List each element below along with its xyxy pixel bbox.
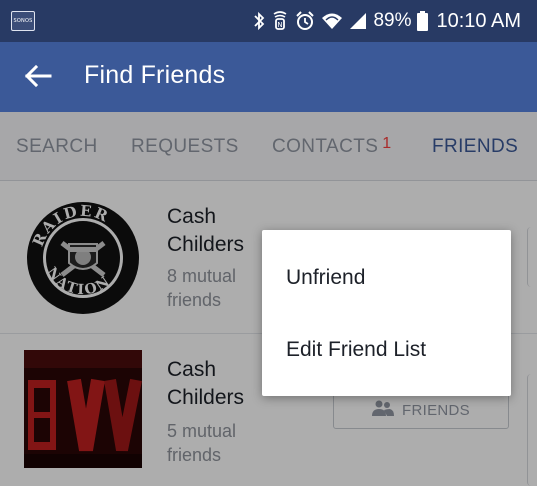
battery-icon [417, 11, 429, 31]
tab-bar: SEARCH REQUESTS CONTACTS 1 FRIENDS [0, 112, 537, 181]
page-title: Find Friends [84, 61, 226, 89]
friend-name[interactable]: Cash Childers [167, 203, 267, 259]
contacts-count-badge: 1 [382, 135, 392, 152]
friends-button-label: FRIENDS [402, 401, 470, 419]
status-bar: SONOS N 89% 10:10 AM [0, 0, 537, 42]
status-icons: N 89% 10:10 AM [253, 7, 521, 35]
signal-icon [349, 12, 367, 30]
sonos-app-icon: SONOS [11, 11, 35, 31]
mutual-friends: 5 mutual friends [167, 421, 237, 465]
friends-icon [372, 400, 395, 420]
alarm-icon [295, 11, 315, 31]
nfc-icon: N [271, 11, 289, 31]
tab-label: SEARCH [16, 136, 98, 157]
edge-card [527, 227, 537, 287]
unfriend-menu-item[interactable]: Unfriend [262, 248, 511, 308]
arrow-left-icon [24, 64, 52, 93]
friend-name[interactable]: Cash Childers [167, 356, 267, 412]
edge-card [527, 374, 537, 486]
back-button[interactable] [16, 56, 60, 100]
tab-label: CONTACTS [272, 136, 379, 157]
svg-text:N: N [278, 21, 283, 29]
bluetooth-icon [253, 11, 265, 31]
battery-percent: 89% [373, 10, 412, 31]
tab-label: REQUESTS [131, 136, 239, 157]
app-bar: Find Friends [0, 42, 537, 112]
mutual-friends: 8 mutual friends [167, 266, 237, 310]
tab-friends[interactable]: FRIENDS [432, 136, 518, 158]
tab-requests[interactable]: REQUESTS [131, 136, 239, 158]
friend-options-menu: Unfriend Edit Friend List [262, 230, 511, 396]
avatar[interactable]: RAIDER NATION [24, 199, 142, 317]
avatar[interactable] [24, 350, 142, 468]
edit-friend-list-menu-item[interactable]: Edit Friend List [262, 320, 511, 380]
wifi-icon [321, 12, 343, 30]
friends-status-button[interactable]: FRIENDS [333, 391, 509, 429]
tab-contacts[interactable]: CONTACTS 1 [272, 135, 392, 158]
clock: 10:10 AM [436, 9, 521, 32]
tab-search[interactable]: SEARCH [16, 136, 98, 158]
tab-label: FRIENDS [432, 136, 519, 157]
